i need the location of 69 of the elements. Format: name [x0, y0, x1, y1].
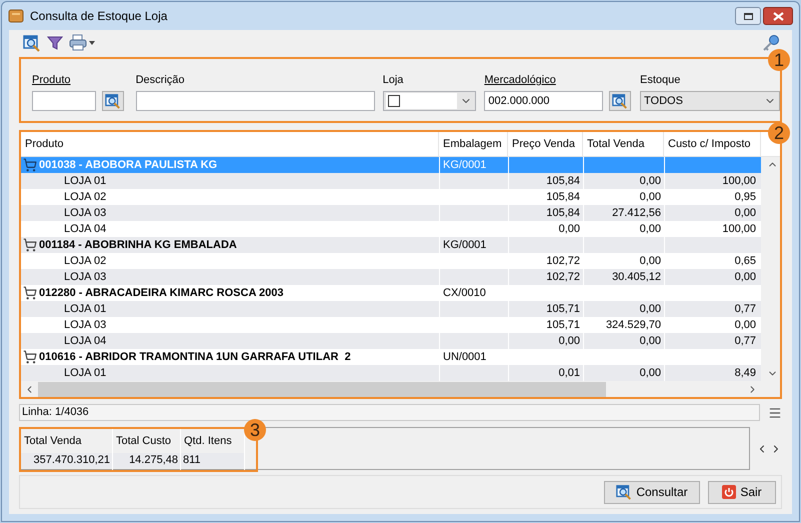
table-cell: 001184 - ABOBRINHA KG EMBALADA [21, 237, 439, 253]
table-cell-text: LOJA 01 [63, 366, 108, 381]
checkbox[interactable] [388, 95, 400, 107]
power-icon [722, 485, 736, 499]
table-cell-text: LOJA 01 [63, 302, 108, 317]
column-header: Total Venda [23, 434, 82, 449]
restore-button[interactable] [735, 7, 761, 25]
window-title: Consulta de Estoque Loja [30, 8, 168, 25]
number-badge: 1 [768, 49, 790, 71]
number-badge: 2 [768, 122, 790, 144]
column-header[interactable]: Produto [21, 132, 439, 156]
table-cell-text: LOJA 03 [63, 270, 108, 285]
print-tool-button[interactable] [69, 34, 95, 51]
table-cell-text: LOJA 03 [63, 318, 108, 333]
magnifier-icon [616, 484, 632, 500]
field-label: Descrição [136, 73, 186, 86]
text-field[interactable]: 002.000.000 [484, 91, 604, 111]
search-button[interactable]: Consultar [604, 480, 700, 504]
table-cell: 010616 - ABRIDOR TRAMONTINA 1UN GARRAFA UTILAR 2 [21, 349, 439, 365]
column-header[interactable]: Custo c/ Imposto [664, 132, 761, 156]
exit-button[interactable]: Sair [708, 480, 776, 504]
number-badge: 3 [244, 419, 266, 441]
cart-icon [23, 286, 37, 300]
field-label: Mercadológico [484, 73, 557, 86]
status-field: Linha: 1/4036 [19, 404, 760, 421]
column-header[interactable]: Preço Venda [508, 132, 583, 156]
field-label: Loja [382, 73, 404, 86]
cart-icon [23, 350, 37, 364]
table-cell-text: LOJA 02 [63, 254, 108, 269]
product-row[interactable]: 010616 - ABRIDOR TRAMONTINA 1UN GARRAFA UTILAR 2 UN/0001 [21, 349, 761, 365]
text-field[interactable] [32, 91, 96, 111]
lookup-button[interactable] [102, 91, 124, 111]
table-cell: 001038 - ABOBORA PAULISTA KG [21, 157, 439, 173]
filter-tool-button[interactable] [47, 34, 63, 50]
table-cell-text: LOJA 02 [63, 190, 108, 205]
column-header: Total Custo [115, 434, 172, 449]
printer-icon [69, 34, 87, 51]
column-header[interactable]: Embalagem [439, 132, 508, 156]
table-cell: 012280 - ABRACADEIRA KIMARC ROSCA 2003 [21, 285, 439, 301]
cart-icon [23, 238, 37, 252]
funnel-icon [47, 34, 63, 50]
product-row[interactable]: 001184 - ABOBRINHA KG EMBALADA KG/0001 [21, 237, 761, 253]
text-field[interactable] [136, 91, 375, 111]
column-header[interactable]: Total Venda [583, 132, 664, 156]
key-icon[interactable] [762, 34, 780, 52]
caret-icon [89, 40, 95, 44]
close-button[interactable] [763, 7, 793, 25]
store-dropdown[interactable] [382, 91, 476, 111]
column-header: Qtd. Itens [183, 434, 233, 449]
search-icon [23, 34, 41, 52]
table-cell-text: LOJA 01 [63, 174, 108, 189]
table-cell-text: LOJA 03 [63, 206, 108, 221]
field-label: Estoque [640, 73, 682, 86]
stock-dropdown[interactable]: TODOS [640, 91, 780, 111]
lookup-button[interactable] [609, 91, 632, 111]
close-icon [772, 12, 784, 20]
table-cell: 811 [181, 453, 244, 468]
cart-icon [23, 158, 37, 172]
field-label: Produto [32, 73, 72, 86]
magnifier-icon [612, 93, 628, 109]
table-cell: 357.470.310,21 [21, 453, 112, 468]
product-row[interactable]: 012280 - ABRACADEIRA KIMARC ROSCA 2003 CX/0010 [21, 285, 761, 301]
search-tool-button[interactable] [23, 34, 41, 52]
table-cell-text: LOJA 04 [63, 222, 108, 237]
magnifier-icon [105, 93, 121, 109]
table-cell: 14.275,48 [113, 453, 180, 468]
menu-icon[interactable] [768, 406, 782, 420]
table-cell-text: LOJA 04 [63, 334, 108, 349]
box-icon [8, 8, 24, 24]
